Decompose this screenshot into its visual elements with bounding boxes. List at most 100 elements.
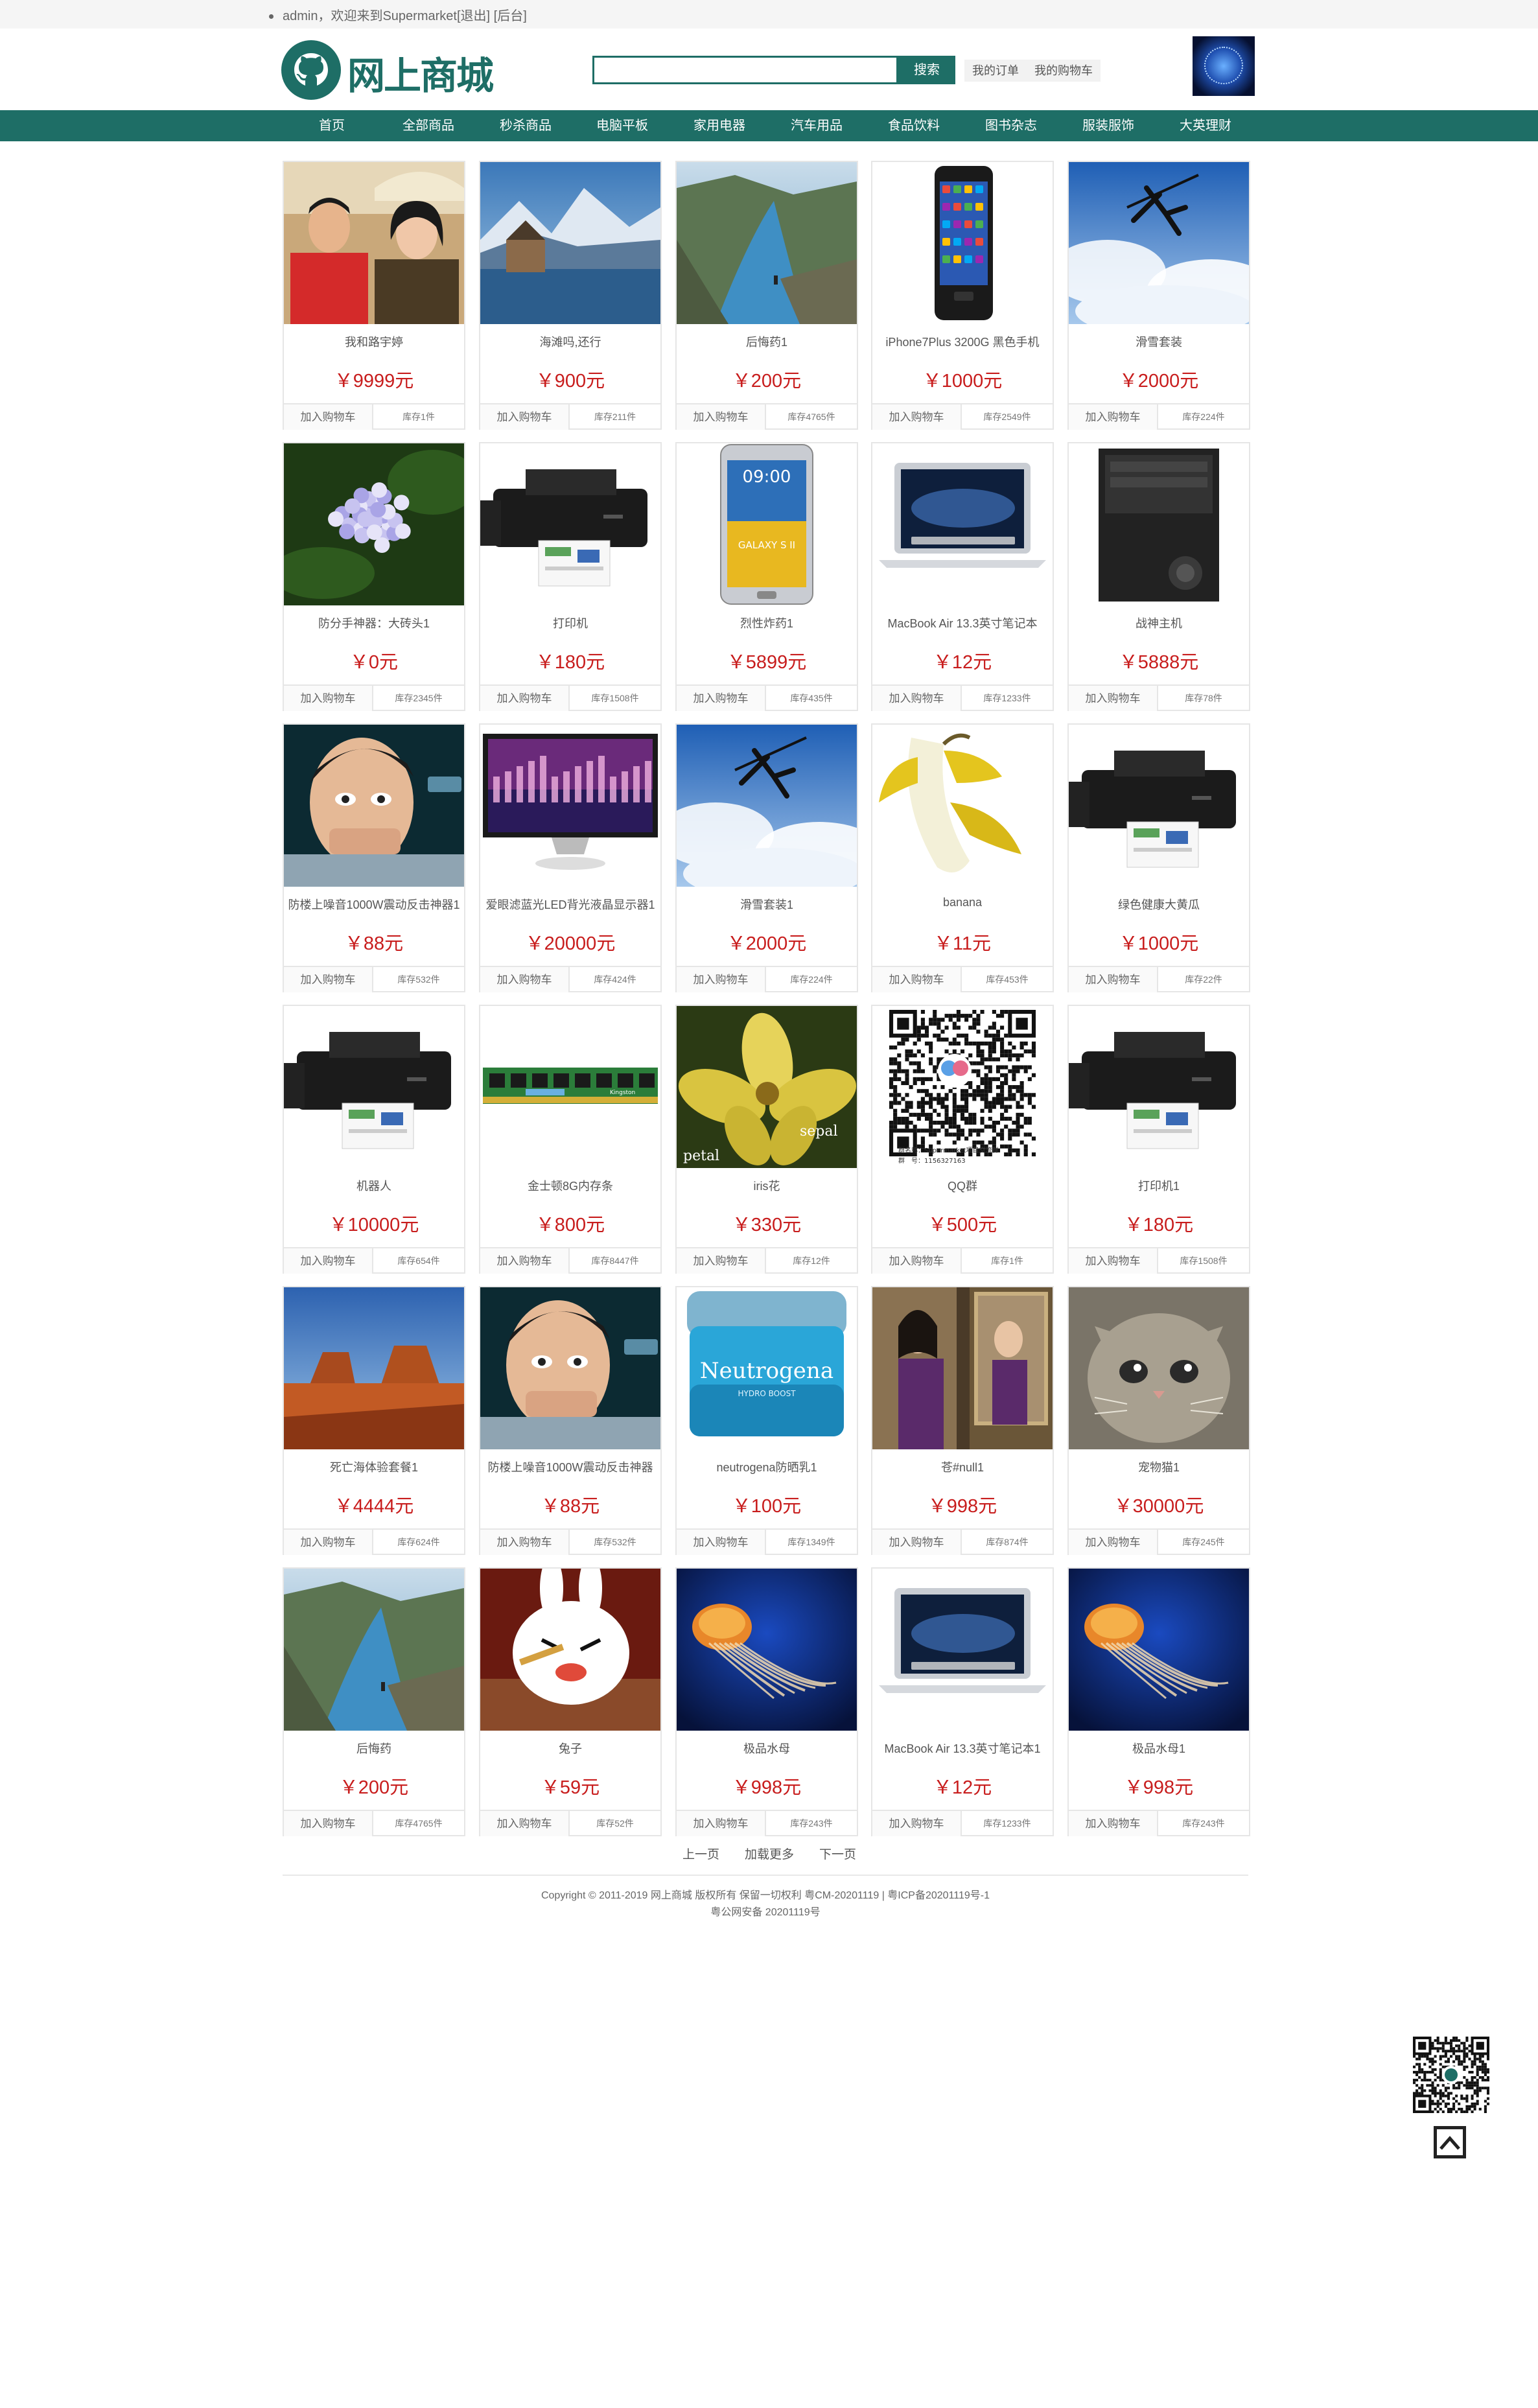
product-name[interactable]: 机器人 [284,1177,464,1194]
product-name[interactable]: iPhone7Plus 3200G 黑色手机 [872,333,1053,350]
product-card[interactable]: MacBook Air 13.3英寸笔记本 ￥12元 加入购物车 库存1233件 [871,442,1054,711]
product-image[interactable] [1069,1006,1249,1168]
nav-item-1[interactable]: 全部商品 [386,110,471,141]
product-card[interactable]: 极品水母1 ￥998元 加入购物车 库存243件 [1067,1567,1250,1836]
product-name[interactable]: 爱眼滤蓝光LED背光液晶显示器1 [480,896,660,913]
my-cart-link[interactable]: 我的购物车 [1027,60,1101,82]
add-to-cart-button[interactable]: 加入购物车 [480,1811,570,1836]
nav-item-2[interactable]: 秒杀商品 [484,110,568,141]
product-image[interactable] [480,162,660,324]
product-card[interactable]: 滑雪套装1 ￥2000元 加入购物车 库存224件 [675,723,858,992]
product-card[interactable]: MacBook Air 13.3英寸笔记本1 ￥12元 加入购物车 库存1233… [871,1567,1054,1836]
add-to-cart-button[interactable]: 加入购物车 [284,1530,373,1555]
prev-page-link[interactable]: 上一页 [682,1845,719,1862]
product-card[interactable]: 苍#null1 ￥998元 加入购物车 库存874件 [871,1286,1054,1555]
product-card[interactable]: 打印机 ￥180元 加入购物车 库存1508件 [479,442,662,711]
product-name[interactable]: 防楼上噪音1000W震动反击神器1 [284,896,464,913]
product-name[interactable]: 死亡海体验套餐1 [284,1458,464,1475]
product-card[interactable]: 兔子 ￥59元 加入购物车 库存52件 [479,1567,662,1836]
product-name[interactable]: MacBook Air 13.3英寸笔记本 [872,614,1053,631]
product-card[interactable]: 后悔药1 ￥200元 加入购物车 库存4765件 [675,161,858,430]
add-to-cart-button[interactable]: 加入购物车 [1069,686,1158,711]
product-image[interactable] [872,1569,1053,1731]
product-image[interactable]: Kingston [480,1006,660,1168]
product-card[interactable]: 死亡海体验套餐1 ￥4444元 加入购物车 库存624件 [283,1286,465,1555]
product-name[interactable]: banana [872,896,1053,909]
add-to-cart-button[interactable]: 加入购物车 [1069,1248,1158,1274]
add-to-cart-button[interactable]: 加入购物车 [284,1248,373,1274]
product-card[interactable]: 防分手神器：大砖头1 ￥0元 加入购物车 库存2345件 [283,442,465,711]
product-name[interactable]: 滑雪套装 [1069,333,1249,350]
my-orders-link[interactable]: 我的订单 [964,60,1027,82]
product-card[interactable]: 滑雪套装 ￥2000元 加入购物车 库存224件 [1067,161,1250,430]
product-card[interactable]: 宠物猫1 ￥30000元 加入购物车 库存245件 [1067,1286,1250,1555]
product-card[interactable]: 机器人 ￥10000元 加入购物车 库存654件 [283,1005,465,1274]
product-card[interactable]: 极品水母 ￥998元 加入购物车 库存243件 [675,1567,858,1836]
product-image[interactable] [1069,162,1249,324]
product-card[interactable]: 绿色健康大黄瓜 ￥1000元 加入购物车 库存22件 [1067,723,1250,992]
product-card[interactable]: 打印机1 ￥180元 加入购物车 库存1508件 [1067,1005,1250,1274]
product-card[interactable]: 防楼上噪音1000W震动反击神器1 ￥88元 加入购物车 库存532件 [283,723,465,992]
product-name[interactable]: 极品水母 [677,1740,857,1757]
nav-item-4[interactable]: 家用电器 [677,110,762,141]
product-card[interactable]: Neutrogena HYDRO BOOST neutrogena防晒乳1 ￥1… [675,1286,858,1555]
add-to-cart-button[interactable]: 加入购物车 [677,686,766,711]
add-to-cart-button[interactable]: 加入购物车 [1069,1530,1158,1555]
add-to-cart-button[interactable]: 加入购物车 [872,1530,962,1555]
add-to-cart-button[interactable]: 加入购物车 [677,967,766,992]
product-name[interactable]: 防楼上噪音1000W震动反击神器 [480,1458,660,1475]
nav-item-7[interactable]: 图书杂志 [969,110,1053,141]
product-image[interactable] [284,1287,464,1449]
product-image[interactable] [480,1287,660,1449]
product-name[interactable]: 金士顿8G内存条 [480,1177,660,1194]
product-image[interactable]: Neutrogena HYDRO BOOST [677,1287,857,1449]
product-image[interactable]: 群名称：Supermarket项目交流群 群 号：1156327163 [872,1006,1053,1168]
product-image[interactable] [872,162,1053,324]
product-name[interactable]: iris花 [677,1177,857,1194]
product-card[interactable]: petal sepal iris花 ￥330元 加入购物车 库存12件 [675,1005,858,1274]
product-name[interactable]: neutrogena防晒乳1 [677,1458,857,1475]
product-image[interactable] [677,1569,857,1731]
welcome-text[interactable]: admin，欢迎来到Supermarket[退出] [后台] [283,9,527,23]
product-image[interactable] [677,162,857,324]
product-card[interactable]: 后悔药 ￥200元 加入购物车 库存4765件 [283,1567,465,1836]
product-image[interactable] [677,725,857,887]
product-image[interactable]: 09:00 GALAXY S II [677,443,857,605]
brain-banner-image[interactable] [1193,36,1255,96]
product-image[interactable] [1069,1287,1249,1449]
product-name[interactable]: 后悔药1 [677,333,857,350]
product-name[interactable]: MacBook Air 13.3英寸笔记本1 [872,1740,1053,1757]
product-name[interactable]: 兔子 [480,1740,660,1757]
product-name[interactable]: QQ群 [872,1177,1053,1194]
product-card[interactable]: 爱眼滤蓝光LED背光液晶显示器1 ￥20000元 加入购物车 库存424件 [479,723,662,992]
product-image[interactable] [480,443,660,605]
product-image[interactable] [284,1006,464,1168]
load-more-link[interactable]: 加载更多 [745,1845,794,1862]
product-card[interactable]: 我和路宇婷 ￥9999元 加入购物车 库存1件 [283,161,465,430]
product-image[interactable] [284,443,464,605]
add-to-cart-button[interactable]: 加入购物车 [284,1811,373,1836]
site-logo[interactable]: 网上商城 [281,39,502,101]
product-card[interactable]: iPhone7Plus 3200G 黑色手机 ￥1000元 加入购物车 库存25… [871,161,1054,430]
product-image[interactable] [1069,725,1249,887]
nav-item-6[interactable]: 食品饮料 [872,110,956,141]
nav-item-8[interactable]: 服装服饰 [1066,110,1150,141]
back-to-top-button[interactable] [1434,2126,1466,2158]
add-to-cart-button[interactable]: 加入购物车 [677,1530,766,1555]
add-to-cart-button[interactable]: 加入购物车 [284,686,373,711]
product-image[interactable] [480,725,660,887]
product-card[interactable]: 09:00 GALAXY S II 烈性炸药1 ￥5899元 加入购物车 库存4… [675,442,858,711]
search-button[interactable]: 搜索 [898,56,955,84]
product-name[interactable]: 绿色健康大黄瓜 [1069,896,1249,913]
product-image[interactable] [480,1569,660,1731]
next-page-link[interactable]: 下一页 [819,1845,856,1862]
add-to-cart-button[interactable]: 加入购物车 [480,967,570,992]
product-name[interactable]: 后悔药 [284,1740,464,1757]
product-name[interactable]: 极品水母1 [1069,1740,1249,1757]
nav-item-9[interactable]: 大英理财 [1163,110,1248,141]
product-image[interactable] [1069,443,1249,605]
product-name[interactable]: 海滩吗,还行 [480,333,660,350]
product-card[interactable]: Kingston 金士顿8G内存条 ￥800元 加入购物车 库存8447件 [479,1005,662,1274]
search-input[interactable] [592,56,898,84]
product-image[interactable] [872,725,1053,887]
